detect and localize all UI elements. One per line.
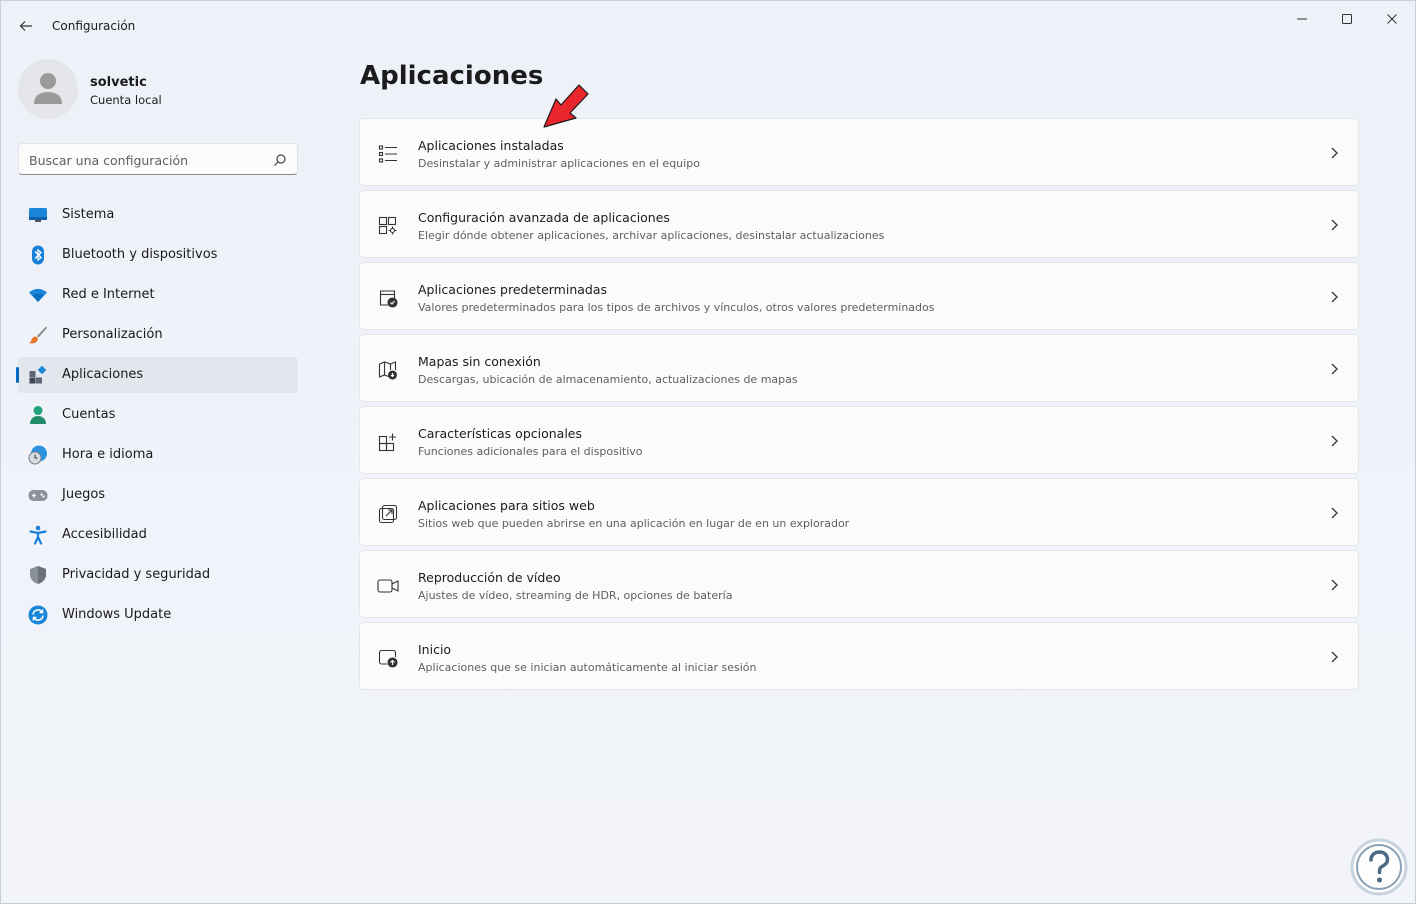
card-title: Aplicaciones predeterminadas: [418, 282, 608, 297]
search-input[interactable]: [29, 150, 269, 170]
card-description: Sitios web que pueden abrirse en una apl…: [418, 517, 850, 530]
add-features-icon: [377, 431, 399, 453]
sidebar-item-bluetooth[interactable]: Bluetooth y dispositivos: [18, 237, 298, 273]
sidebar-item-label: Personalización: [62, 327, 163, 342]
back-button[interactable]: [13, 13, 39, 39]
minimize-icon: [1297, 18, 1307, 20]
gamepad-icon: [28, 485, 48, 505]
default-apps-icon: [377, 287, 399, 309]
sidebar-item-personalizacion[interactable]: Personalización: [18, 317, 298, 353]
back-arrow-icon: [19, 21, 32, 31]
card-description: Elegir dónde obtener aplicaciones, archi…: [418, 229, 885, 242]
chevron-right-icon: [1331, 147, 1338, 159]
card-title: Mapas sin conexión: [418, 354, 541, 369]
card-aplicaciones-predeterminadas[interactable]: Aplicaciones predeterminadas Valores pre…: [359, 262, 1359, 330]
card-description: Aplicaciones que se inician automáticame…: [418, 661, 757, 674]
sidebar-item-label: Accesibilidad: [62, 527, 147, 542]
card-mapas-sin-conexion[interactable]: Mapas sin conexión Descargas, ubicación …: [359, 334, 1359, 402]
map-download-icon: [377, 359, 399, 381]
sidebar-item-hora[interactable]: Hora e idioma: [18, 437, 298, 473]
close-icon: [1387, 14, 1397, 24]
page-title: Aplicaciones: [360, 61, 544, 91]
search-icon[interactable]: [273, 153, 287, 167]
sidebar-item-label: Hora e idioma: [62, 447, 154, 462]
card-title: Aplicaciones instaladas: [418, 138, 564, 153]
chevron-right-icon: [1331, 579, 1338, 591]
clock-globe-icon: [28, 445, 48, 465]
chevron-right-icon: [1331, 507, 1338, 519]
card-description: Valores predeterminados para los tipos d…: [418, 301, 935, 314]
card-description: Ajustes de vídeo, streaming de HDR, opci…: [418, 589, 733, 602]
accessibility-icon: [28, 525, 48, 545]
help-logo-icon: [1350, 838, 1408, 896]
card-description: Funciones adicionales para el dispositiv…: [418, 445, 643, 458]
chevron-right-icon: [1331, 291, 1338, 303]
sidebar-item-label: Sistema: [62, 207, 115, 222]
video-icon: [377, 575, 399, 597]
bluetooth-icon: [28, 245, 48, 265]
card-title: Reproducción de vídeo: [418, 570, 561, 585]
card-caracteristicas-opcionales[interactable]: Características opcionales Funciones adi…: [359, 406, 1359, 474]
sidebar-item-label: Juegos: [62, 487, 106, 502]
sidebar-item-cuentas[interactable]: Cuentas: [18, 397, 298, 433]
close-button[interactable]: [1369, 7, 1415, 31]
annotation-arrow-icon: [543, 84, 589, 128]
sidebar-item-windows-update[interactable]: Windows Update: [18, 597, 298, 633]
sidebar-item-label: Aplicaciones: [62, 367, 144, 382]
selection-indicator: [16, 367, 19, 383]
sidebar-item-red[interactable]: Red e Internet: [18, 277, 298, 313]
sidebar-item-juegos[interactable]: Juegos: [18, 477, 298, 513]
sidebar-item-accesibilidad[interactable]: Accesibilidad: [18, 517, 298, 553]
sidebar-item-privacidad[interactable]: Privacidad y seguridad: [18, 557, 298, 593]
card-title: Configuración avanzada de aplicaciones: [418, 210, 670, 225]
card-aplicaciones-sitios-web[interactable]: Aplicaciones para sitios web Sitios web …: [359, 478, 1359, 546]
settings-window: Configuración solvetic Cuenta local Sist…: [0, 0, 1416, 904]
card-title: Características opcionales: [418, 426, 583, 441]
startup-icon: [377, 647, 399, 669]
card-aplicaciones-instaladas[interactable]: Aplicaciones instaladas Desinstalar y ad…: [359, 118, 1359, 186]
maximize-button[interactable]: [1324, 7, 1370, 31]
sidebar-nav: Sistema Bluetooth y dispositivos Red e I…: [16, 197, 298, 637]
list-icon: [377, 143, 399, 165]
open-in-app-icon: [377, 503, 399, 525]
card-description: Descargas, ubicación de almacenamiento, …: [418, 373, 798, 386]
minimize-button[interactable]: [1279, 7, 1325, 31]
title-bar: Configuración: [1, 1, 1415, 49]
apps-icon: [28, 365, 48, 385]
chevron-right-icon: [1331, 219, 1338, 231]
chevron-right-icon: [1331, 363, 1338, 375]
card-title: Inicio: [418, 642, 452, 657]
sidebar-item-label: Cuentas: [62, 407, 116, 422]
user-silhouette-icon: [34, 73, 62, 104]
search-box[interactable]: [18, 143, 298, 175]
sidebar-item-label: Bluetooth y dispositivos: [62, 247, 218, 262]
monitor-icon: [28, 205, 48, 225]
card-title: Aplicaciones para sitios web: [418, 498, 595, 513]
settings-list: Aplicaciones instaladas Desinstalar y ad…: [359, 118, 1359, 694]
wifi-icon: [28, 285, 48, 305]
update-icon: [28, 605, 48, 625]
card-configuracion-avanzada[interactable]: Configuración avanzada de aplicaciones E…: [359, 190, 1359, 258]
user-name: solvetic: [90, 75, 147, 90]
brush-icon: [28, 325, 48, 345]
card-inicio[interactable]: Inicio Aplicaciones que se inician autom…: [359, 622, 1359, 690]
chevron-right-icon: [1331, 435, 1338, 447]
chevron-right-icon: [1331, 651, 1338, 663]
card-reproduccion-video[interactable]: Reproducción de vídeo Ajustes de vídeo, …: [359, 550, 1359, 618]
sidebar-item-label: Privacidad y seguridad: [62, 567, 211, 582]
shield-icon: [28, 565, 48, 585]
sidebar-item-label: Windows Update: [62, 607, 172, 622]
account-type: Cuenta local: [90, 93, 162, 107]
card-description: Desinstalar y administrar aplicaciones e…: [418, 157, 700, 170]
avatar[interactable]: [18, 59, 78, 119]
sidebar-item-label: Red e Internet: [62, 287, 155, 302]
sidebar-item-sistema[interactable]: Sistema: [18, 197, 298, 233]
maximize-icon: [1342, 14, 1352, 24]
sidebar-item-aplicaciones[interactable]: Aplicaciones: [16, 357, 298, 393]
person-icon: [28, 405, 48, 425]
apps-gear-icon: [377, 215, 399, 237]
app-title: Configuración: [52, 19, 136, 33]
